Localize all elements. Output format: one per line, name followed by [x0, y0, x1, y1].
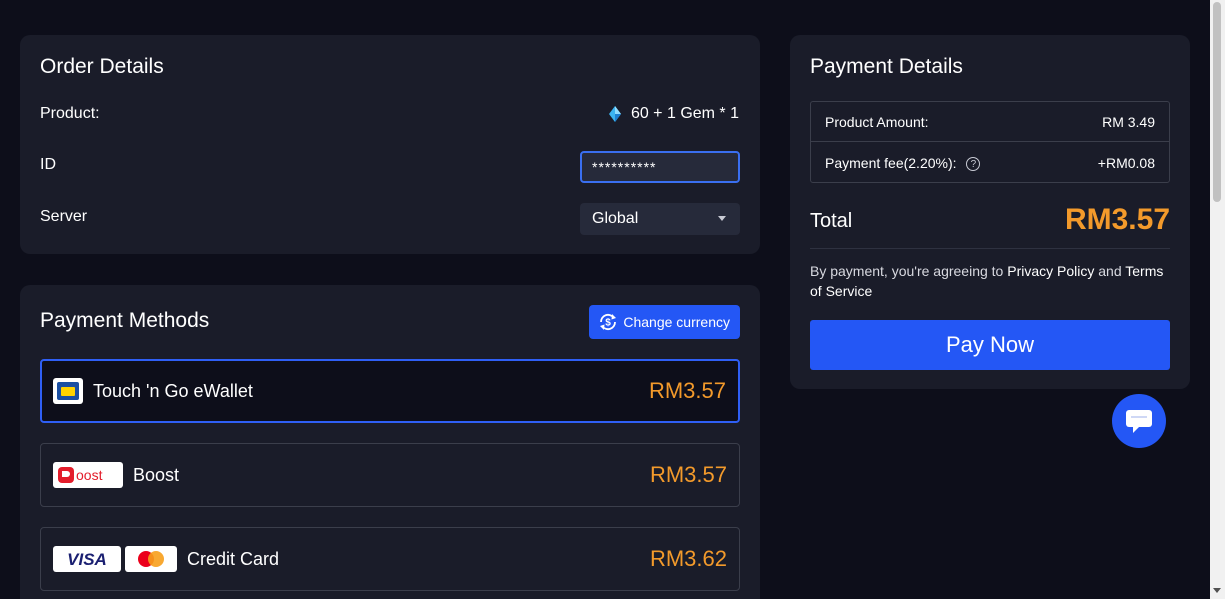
- svg-text:oost: oost: [76, 467, 103, 483]
- payment-methods-title: Payment Methods: [40, 309, 210, 332]
- payment-details-card: Payment Details Product Amount: RM 3.49 …: [790, 35, 1190, 389]
- order-details-title: Order Details: [40, 55, 164, 78]
- total-value: RM3.57: [1064, 203, 1170, 236]
- agreement-and: and: [1094, 263, 1126, 279]
- id-input[interactable]: [580, 151, 740, 183]
- boost-logo-icon: oost: [53, 462, 123, 488]
- payment-method-name: Touch 'n Go eWallet: [93, 380, 253, 401]
- product-value-text: 60 + 1 Gem * 1: [630, 105, 739, 122]
- svg-text:$: $: [606, 318, 612, 329]
- chat-icon: [1126, 410, 1152, 433]
- server-select-value: Global: [592, 210, 639, 227]
- agreement-prefix: By payment, you're agreeing to: [810, 263, 1008, 279]
- change-currency-label: Change currency: [623, 314, 730, 330]
- payment-method-boost[interactable]: oost Boost RM3.57: [40, 443, 740, 507]
- payment-method-name: Boost: [133, 464, 180, 485]
- payment-fee-value: +RM0.08: [1097, 155, 1155, 171]
- payment-method-credit-card[interactable]: VISA Credit Card RM3.62: [40, 527, 740, 591]
- server-label: Server: [40, 208, 88, 225]
- payment-method-name: Credit Card: [187, 548, 280, 569]
- payment-method-price: RM3.57: [648, 378, 726, 403]
- scroll-down-icon[interactable]: [1213, 588, 1221, 593]
- visa-logo-icon: VISA: [53, 546, 121, 572]
- payment-breakdown: Product Amount: RM 3.49 Payment fee(2.20…: [810, 101, 1170, 183]
- product-amount-row: Product Amount: RM 3.49: [811, 102, 1169, 142]
- help-icon[interactable]: ?: [966, 157, 981, 172]
- payment-fee-label-wrap: Payment fee(2.20%): ?: [825, 154, 981, 172]
- payment-methods-card: Payment Methods $ Change currency Touch …: [20, 285, 760, 599]
- id-label: ID: [40, 156, 56, 173]
- privacy-policy-link[interactable]: Privacy Policy: [1007, 263, 1094, 279]
- order-details-card: Order Details Product: 60 + 1 Gem * 1 ID…: [20, 35, 760, 254]
- chat-button[interactable]: [1112, 394, 1166, 448]
- server-select[interactable]: Global: [580, 203, 740, 235]
- divider: [810, 248, 1170, 249]
- payment-fee-row: Payment fee(2.20%): ? +RM0.08: [811, 143, 1169, 183]
- product-label: Product:: [40, 105, 100, 122]
- currency-exchange-icon: $: [600, 313, 617, 331]
- pay-now-button[interactable]: Pay Now: [810, 320, 1170, 370]
- agreement-text: By payment, you're agreeing to Privacy P…: [810, 261, 1175, 301]
- product-amount-label: Product Amount:: [825, 113, 929, 130]
- change-currency-button[interactable]: $ Change currency: [589, 305, 740, 339]
- chevron-down-icon: [718, 216, 726, 221]
- tng-logo-icon: [53, 378, 83, 404]
- payment-details-title: Payment Details: [810, 55, 963, 78]
- svg-text:VISA: VISA: [67, 550, 107, 569]
- mastercard-logo-icon: [125, 546, 177, 572]
- total-label: Total: [810, 210, 853, 232]
- payment-fee-label: Payment fee(2.20%):: [825, 154, 957, 171]
- product-amount-value: RM 3.49: [1102, 113, 1155, 130]
- product-value: 60 + 1 Gem * 1: [608, 105, 739, 123]
- gem-icon: [608, 106, 621, 122]
- payment-method-tng[interactable]: Touch 'n Go eWallet RM3.57: [40, 359, 740, 423]
- scrollbar-thumb[interactable]: [1213, 2, 1221, 202]
- payment-method-price: RM3.57: [649, 462, 727, 487]
- payment-method-price: RM3.62: [649, 546, 727, 571]
